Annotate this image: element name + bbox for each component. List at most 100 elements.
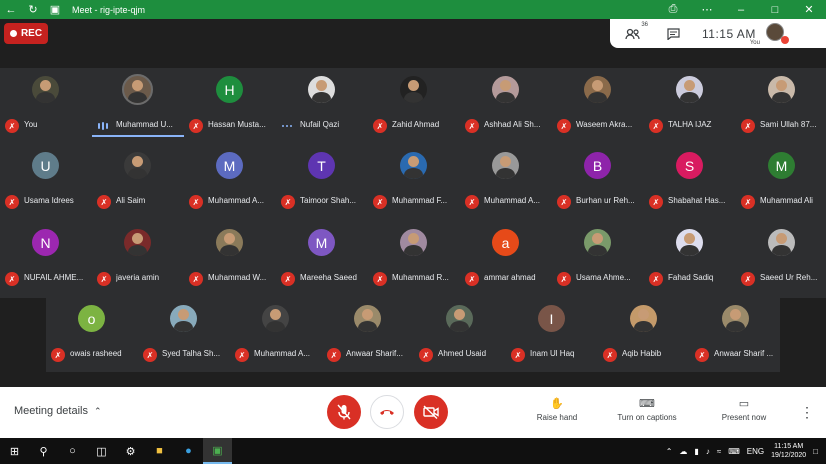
edge-icon[interactable]: ● [174, 438, 203, 464]
meet-app-icon[interactable]: ▣ [203, 438, 232, 464]
tray-chevron-icon[interactable]: ⌃ [666, 447, 673, 456]
participant-tile[interactable]: N ✗ NUFAIL AHME... [0, 216, 92, 290]
meeting-details-button[interactable]: Meeting details ⌃ [14, 405, 102, 417]
participant-tile[interactable]: ✗ Anwaar Sharif ... [690, 292, 782, 366]
participant-tile[interactable]: U ✗ Usama Idrees [0, 139, 92, 213]
raise-hand-button[interactable]: ✋ Raise hand [522, 397, 592, 422]
participant-tile[interactable]: ✗ Waseem Akra... [552, 63, 644, 137]
more-options-icon[interactable]: ⋮ [800, 404, 814, 421]
participant-tile[interactable]: ✗ Ali Saim [92, 139, 184, 213]
participant-tile[interactable]: ✗ Ahmed Usaid [414, 292, 506, 366]
present-now-button[interactable]: ▭ Present now [709, 397, 779, 422]
taskbar-time: 11:15 AM [774, 443, 804, 450]
install-icon[interactable]: ⎙ [656, 0, 690, 19]
participant-avatar [124, 229, 151, 256]
back-icon[interactable]: ← [0, 0, 22, 19]
participant-avatar: S [676, 152, 703, 179]
participant-tile[interactable]: I ✗ Inam Ul Haq [506, 292, 598, 366]
participant-tile[interactable]: Nufail Qazi [276, 63, 368, 137]
participant-tile[interactable]: ✗ Muhammad A... [230, 292, 322, 366]
participant-tile[interactable]: ✗ Muhammad R... [368, 216, 460, 290]
participant-tile[interactable]: ✗ javeria amin [92, 216, 184, 290]
captions-button[interactable]: ⌨ Turn on captions [612, 397, 682, 422]
captions-label: Turn on captions [617, 413, 677, 422]
wifi-icon[interactable]: ≈ [717, 447, 721, 456]
task-view-icon[interactable]: ◫ [87, 438, 116, 464]
participant-tile[interactable]: Muhammad U... [92, 63, 184, 137]
camera-toggle-button[interactable] [414, 395, 448, 429]
participant-name: Muhammad A... [208, 196, 265, 205]
muted-mic-icon: ✗ [281, 195, 295, 209]
participant-tile[interactable]: T ✗ Taimoor Shah... [276, 139, 368, 213]
participant-tile[interactable]: ✗ Saeed Ur Reh... [736, 216, 826, 290]
app-icon: ▣ [49, 4, 61, 16]
participant-tile[interactable]: B ✗ Burhan ur Reh... [552, 139, 644, 213]
participant-tile[interactable]: ✗ Usama Ahme... [552, 216, 644, 290]
participant-avatar: M [768, 152, 795, 179]
participant-tile[interactable]: ✗ Zahid Ahmad [368, 63, 460, 137]
settings-icon[interactable]: ⚙ [116, 438, 145, 464]
reload-icon[interactable]: ↻ [22, 0, 44, 19]
recording-label: REC [20, 28, 43, 39]
muted-mic-icon: ✗ [327, 348, 341, 362]
participant-tile[interactable]: ✗ Fahad Sadiq [644, 216, 736, 290]
cloud-icon[interactable]: ☁ [679, 447, 687, 456]
close-icon[interactable]: ✕ [792, 0, 826, 19]
participant-tile[interactable]: o ✗ owais rasheed [46, 292, 138, 366]
participant-tile[interactable]: ✗ TALHA IJAZ [644, 63, 736, 137]
people-icon[interactable]: 36 [620, 22, 648, 44]
notifications-icon[interactable]: □ [813, 447, 818, 456]
participant-avatar [170, 305, 197, 332]
maximize-icon[interactable]: □ [758, 0, 792, 19]
participant-tile[interactable]: a ✗ ammar ahmad [460, 216, 552, 290]
participant-tile[interactable]: ✗ Sami Ullah 87... [736, 63, 826, 137]
muted-mic-icon: ✗ [649, 272, 663, 286]
volume-icon[interactable]: ♪ [706, 447, 710, 456]
leave-call-button[interactable] [370, 395, 404, 429]
participant-tile[interactable]: ✗ Muhammad W... [184, 216, 276, 290]
participant-name: Inam Ul Haq [530, 349, 575, 358]
participant-tile[interactable]: M ✗ Mareeha Saeed [276, 216, 368, 290]
participant-avatar: a [492, 229, 519, 256]
participant-name: Usama Ahme... [576, 273, 631, 282]
participant-tile[interactable]: ✗ Ashhad Ali Sh... [460, 63, 552, 137]
participant-tile[interactable]: H ✗ Hassan Musta... [184, 63, 276, 137]
recording-badge: REC [4, 23, 48, 44]
participant-tile[interactable]: M ✗ Muhammad Ali [736, 139, 826, 213]
chat-icon[interactable] [660, 24, 686, 44]
participant-tile[interactable]: ✗ Aqib Habib [598, 292, 690, 366]
start-icon[interactable]: ⊞ [0, 438, 29, 464]
language-indicator[interactable]: ENG [747, 447, 764, 456]
participant-avatar: M [216, 152, 243, 179]
self-view[interactable]: You [750, 22, 789, 46]
minimize-icon[interactable]: – [724, 0, 758, 19]
participant-tile[interactable]: ✗ Anwaar Sharif... [322, 292, 414, 366]
keyboard-icon[interactable]: ⌨ [728, 447, 740, 456]
participant-name: Nufail Qazi [300, 120, 340, 129]
more-menu-icon[interactable]: ⋯ [690, 0, 724, 19]
participant-name: Anwaar Sharif... [346, 349, 403, 358]
self-muted-mic-icon [780, 35, 789, 44]
file-explorer-icon[interactable]: ■ [145, 438, 174, 464]
chevron-up-icon: ⌃ [94, 406, 102, 416]
participant-tile[interactable]: ✗ You [0, 63, 92, 137]
participant-tile[interactable]: M ✗ Muhammad A... [184, 139, 276, 213]
window-titlebar: ← ↻ ▣ Meet - rig-ipte-qjm ⎙ ⋯ – □ ✕ [0, 0, 826, 19]
participant-name: Aqib Habib [622, 349, 662, 358]
windows-taskbar: ⊞ ⚲ ○ ◫ ⚙ ■ ● ▣ ⌃ ☁ ▮ ♪ ≈ ⌨ ENG 11:15 AM… [0, 438, 826, 464]
microphone-toggle-button[interactable] [327, 395, 361, 429]
participant-name: Ali Saim [116, 196, 146, 205]
cortana-icon[interactable]: ○ [58, 438, 87, 464]
participant-tile[interactable]: ✗ Syed Talha Sh... [138, 292, 230, 366]
participant-name: Muhammad Ali [760, 196, 813, 205]
taskbar-clock[interactable]: 11:15 AM 19/12/2020 [771, 442, 806, 460]
participant-tile[interactable]: S ✗ Shabahat Has... [644, 139, 736, 213]
participant-tile[interactable]: ✗ Muhammad F... [368, 139, 460, 213]
muted-mic-icon: ✗ [557, 119, 571, 133]
battery-icon[interactable]: ▮ [694, 447, 698, 456]
participant-tile[interactable]: ✗ Muhammad A... [460, 139, 552, 213]
meeting-controls-bar: Meeting details ⌃ ✋ Raise hand ⌨ Turn on … [0, 387, 826, 438]
participant-name: owais rasheed [70, 349, 122, 358]
search-icon[interactable]: ⚲ [29, 438, 58, 464]
muted-mic-icon: ✗ [741, 195, 755, 209]
